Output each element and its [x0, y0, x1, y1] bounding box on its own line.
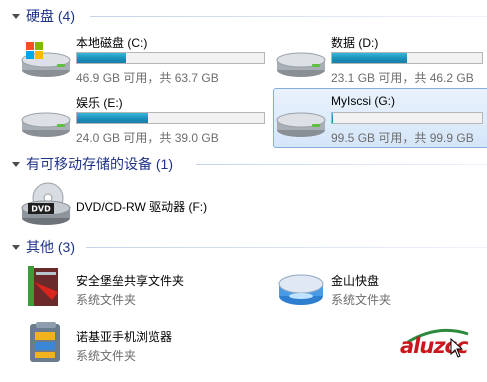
item-type: 系统文件夹 — [76, 293, 137, 307]
other-item-nokia-browser[interactable]: 诺基亚手机浏览器 系统文件夹 — [20, 318, 270, 368]
other-item-kuaipan[interactable]: 金山快盘 系统文件夹 — [275, 262, 487, 312]
divider — [90, 16, 487, 17]
collapse-arrow-icon[interactable] — [12, 244, 20, 250]
dvd-label: DVD — [31, 205, 51, 214]
drive-name: MyIscsi (G:) — [331, 94, 395, 108]
usage-bar-fill — [77, 53, 126, 63]
drive-d[interactable]: 数据 (D:) 23.1 GB 可用，共 46.2 GB — [275, 30, 487, 86]
usage-bar-fill — [332, 113, 333, 123]
drive-name: 娱乐 (E:) — [76, 96, 123, 110]
usage-bar-fill — [77, 113, 149, 123]
group-label: 硬盘 (4) — [26, 8, 75, 24]
item-name: 诺基亚手机浏览器 — [76, 330, 173, 344]
drive-name: 数据 (D:) — [331, 36, 379, 50]
kuaipan-drive-icon — [278, 274, 324, 305]
usage-bar — [331, 112, 483, 124]
device-name: DVD/CD-RW 驱动器 (F:) — [76, 200, 208, 214]
collapse-arrow-icon[interactable] — [12, 161, 20, 167]
drive-space: 99.5 GB 可用，共 99.9 GB — [331, 131, 474, 145]
drive-space: 46.9 GB 可用，共 63.7 GB — [76, 71, 219, 85]
hard-drive-icon — [276, 52, 326, 77]
usage-bar-fill — [332, 53, 407, 63]
dvd-drive[interactable]: DVD DVD/CD-RW 驱动器 (F:) — [20, 178, 320, 232]
hard-drive-icon — [21, 112, 71, 137]
item-type: 系统文件夹 — [76, 349, 137, 363]
drive-g[interactable]: MyIscsi (G:) 99.5 GB 可用，共 99.9 GB — [275, 90, 487, 146]
item-name: 安全堡垒共享文件夹 — [76, 274, 185, 288]
dvd-drive-icon: DVD — [21, 182, 71, 225]
secure-folder-icon — [28, 266, 58, 306]
item-type: 系统文件夹 — [331, 293, 392, 307]
network-drive-icon — [276, 112, 326, 137]
group-header-hard-disks[interactable]: 硬盘 (4) — [0, 5, 487, 27]
drive-space: 23.1 GB 可用，共 46.2 GB — [331, 71, 474, 85]
divider — [86, 247, 487, 248]
divider — [196, 164, 487, 165]
other-item-secure-share[interactable]: 安全堡垒共享文件夹 系统文件夹 — [20, 262, 270, 312]
group-label: 其他 (3) — [26, 239, 75, 255]
hard-drive-windows-icon — [21, 42, 71, 77]
collapse-arrow-icon[interactable] — [12, 13, 20, 19]
drive-name: 本地磁盘 (C:) — [76, 36, 148, 50]
watermark-logo: aluzcc — [400, 328, 472, 368]
drive-space: 24.0 GB 可用，共 39.0 GB — [76, 131, 219, 145]
item-name: 金山快盘 — [331, 274, 380, 288]
drive-c[interactable]: 本地磁盘 (C:) 46.9 GB 可用，共 63.7 GB — [20, 30, 270, 86]
nokia-browser-icon — [30, 322, 60, 362]
usage-bar — [76, 52, 265, 64]
mouse-cursor-icon — [450, 338, 464, 358]
usage-bar — [331, 52, 483, 64]
group-header-other[interactable]: 其他 (3) — [0, 236, 487, 258]
group-label: 有可移动存储的设备 (1) — [26, 156, 173, 172]
drive-e[interactable]: 娱乐 (E:) 24.0 GB 可用，共 39.0 GB — [20, 90, 270, 146]
usage-bar — [76, 112, 265, 124]
group-header-removable[interactable]: 有可移动存储的设备 (1) — [0, 153, 487, 175]
